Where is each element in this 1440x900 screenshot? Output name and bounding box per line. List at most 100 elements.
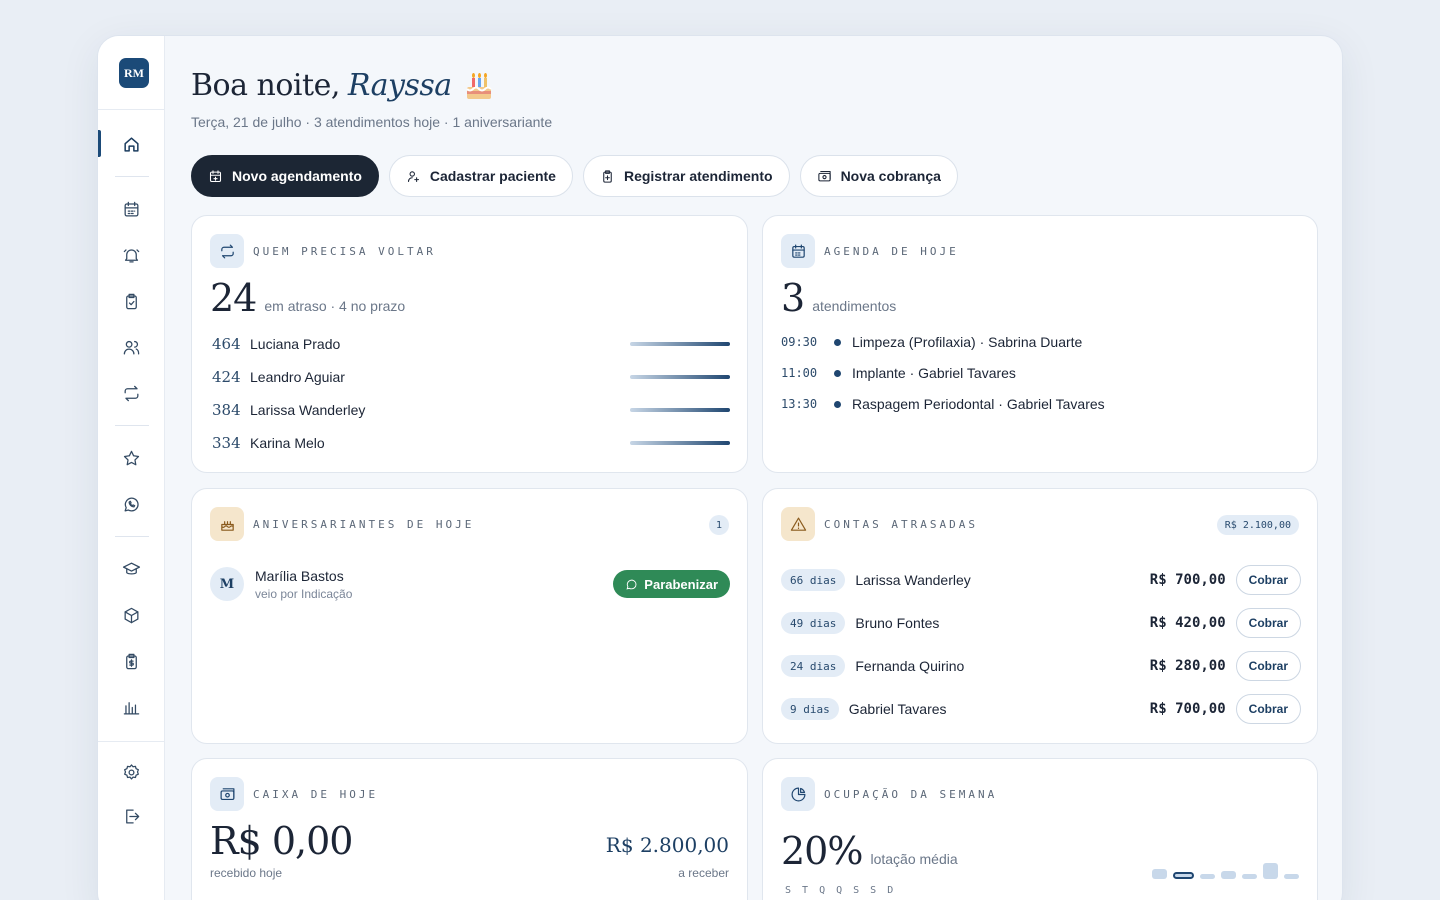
appointment-item[interactable]: 13:30 Raspagem Periodontal · Gabriel Tava… xyxy=(781,394,1105,414)
active-indicator xyxy=(98,130,101,157)
list-item[interactable]: 464 Luciana Prado xyxy=(212,334,730,354)
to-receive-value: R$ 2.800,00 xyxy=(605,833,729,857)
patient-name: Luciana Prado xyxy=(250,336,341,352)
today-schedule-card: AGENDA DE HOJE 3 atendimentos 09:30 Limpe… xyxy=(762,215,1318,473)
quick-actions: Novo agendamento Cadastrar paciente Regi… xyxy=(191,155,958,197)
overdue-bar xyxy=(630,375,730,379)
table-row: 49 dias Bruno Fontes R$ 420,00 Cobrar xyxy=(781,607,1301,639)
card-title: OCUPAÇÃO DA SEMANA xyxy=(824,787,998,801)
status-dot xyxy=(834,338,841,346)
charge-button[interactable]: Cobrar xyxy=(1235,565,1301,595)
patient-name: Leandro Aguiar xyxy=(250,369,345,385)
divider xyxy=(98,741,165,742)
congratulate-button[interactable]: Parabenizar xyxy=(613,570,730,598)
cash-today-card: CAIXA DE HOJE R$ 0,00 recebido hoje R$ 2… xyxy=(191,758,748,900)
days-overdue: 424 xyxy=(212,368,241,386)
overdue-total-badge: R$ 2.100,00 xyxy=(1216,515,1299,535)
appointment-item[interactable]: 09:30 Limpeza (Profilaxia) · Sabrina Duar… xyxy=(781,332,1082,352)
day-occupancy-bar xyxy=(1152,869,1167,879)
birthday-name: Marília Bastos xyxy=(255,567,344,584)
bar-chart-icon[interactable] xyxy=(118,694,144,720)
repeat-icon[interactable] xyxy=(118,380,144,406)
gear-icon[interactable] xyxy=(118,759,144,785)
register-appointment-button[interactable]: Registrar atendimento xyxy=(582,155,790,197)
box-icon[interactable] xyxy=(118,602,144,628)
clipboard-dollar-icon[interactable] xyxy=(118,648,144,674)
birthday-cake-icon xyxy=(465,72,492,99)
new-appointment-label: Novo agendamento xyxy=(232,168,362,184)
patient-name: Larissa Wanderley xyxy=(855,572,971,588)
week-bars xyxy=(1152,855,1299,879)
calendar-plus-icon xyxy=(209,169,222,182)
day-occupancy-bar xyxy=(1200,874,1215,879)
graduation-cap-icon[interactable] xyxy=(118,556,144,582)
charge-button[interactable]: Cobrar xyxy=(1235,651,1301,681)
home-icon[interactable] xyxy=(118,131,144,157)
divider xyxy=(115,425,149,426)
days-overdue: 334 xyxy=(212,434,241,452)
appointment-time: 09:30 xyxy=(781,335,818,349)
pie-chart-icon xyxy=(781,777,815,811)
divider xyxy=(115,536,149,537)
day-occupancy-bar xyxy=(1221,871,1236,879)
weekly-occupancy-card: OCUPAÇÃO DA SEMANA 20% lotação média STQ… xyxy=(762,758,1318,900)
avatar: M xyxy=(210,567,244,601)
user-name: Rayssa xyxy=(347,68,452,103)
day-occupancy-bar xyxy=(1173,872,1194,879)
star-icon[interactable] xyxy=(118,445,144,471)
table-row: 66 dias Larissa Wanderley R$ 700,00 Cobrar xyxy=(781,564,1301,596)
list-item[interactable]: 384 Larissa Wanderley xyxy=(212,400,730,420)
birthday-count-badge: 1 xyxy=(708,515,729,535)
appointment-item[interactable]: 11:00 Implante · Gabriel Tavares xyxy=(781,363,1016,383)
week-day-labels: STQQSSD xyxy=(785,885,893,896)
sidebar: RM xyxy=(98,36,165,900)
day-occupancy-bar xyxy=(1263,863,1278,879)
register-patient-label: Cadastrar paciente xyxy=(429,168,556,184)
patient-name: Fernanda Quirino xyxy=(855,658,965,674)
appointment-time: 11:00 xyxy=(781,366,818,380)
charge-button[interactable]: Cobrar xyxy=(1235,608,1301,638)
new-charge-label: Nova cobrança xyxy=(840,168,941,184)
cash-icon xyxy=(817,170,831,181)
list-item[interactable]: 334 Karina Melo xyxy=(212,433,730,453)
day-label: S xyxy=(870,885,877,896)
clipboard-check-icon[interactable] xyxy=(118,288,144,314)
received-today-value: R$ 0,00 xyxy=(210,819,353,863)
new-appointment-button[interactable]: Novo agendamento xyxy=(191,155,379,197)
received-today-caption: recebido hoje xyxy=(210,866,283,880)
users-icon[interactable] xyxy=(118,334,144,360)
bell-alarm-icon[interactable] xyxy=(118,242,144,268)
table-row: 9 dias Gabriel Tavares R$ 700,00 Cobrar xyxy=(781,693,1301,725)
overdue-accounts-card: CONTAS ATRASADAS R$ 2.100,00 66 dias Lari… xyxy=(762,488,1318,744)
logo[interactable]: RM xyxy=(119,58,149,88)
list-item[interactable]: 424 Leandro Aguiar xyxy=(212,367,730,387)
logout-icon[interactable] xyxy=(118,803,144,829)
appointment-text: Limpeza (Profilaxia) · Sabrina Duarte xyxy=(852,334,1083,350)
patient-name: Karina Melo xyxy=(250,435,325,451)
whatsapp-icon[interactable] xyxy=(118,491,144,517)
register-patient-button[interactable]: Cadastrar paciente xyxy=(388,155,573,197)
greeting-text: Boa noite, xyxy=(191,68,340,103)
app-window: RM Boa noite, Rayssa Terça, 21 de julho … xyxy=(97,35,1343,900)
patient-name: Larissa Wanderley xyxy=(250,402,366,418)
day-label: D xyxy=(887,885,894,896)
charge-button[interactable]: Cobrar xyxy=(1235,694,1301,724)
new-charge-button[interactable]: Nova cobrança xyxy=(799,155,958,197)
day-occupancy-bar xyxy=(1284,874,1299,879)
appointments-count: 3 xyxy=(781,276,805,320)
amount-due: R$ 700,00 xyxy=(1149,701,1226,717)
cash-icon xyxy=(210,777,244,811)
clipboard-plus-icon xyxy=(603,169,612,183)
birthday-source: veio por Indicação xyxy=(255,586,353,601)
divider xyxy=(115,176,149,177)
calendar-icon xyxy=(781,234,815,268)
overdue-caption: em atraso · 4 no prazo xyxy=(264,298,406,314)
card-title: CONTAS ATRASADAS xyxy=(824,517,978,531)
calendar-icon[interactable] xyxy=(118,196,144,222)
birthdays-card: ANIVERSARIANTES DE HOJE 1 M Marília Bast… xyxy=(191,488,748,744)
day-label: Q xyxy=(836,885,843,896)
occupancy-value: 20% xyxy=(781,829,863,873)
card-title: ANIVERSARIANTES DE HOJE xyxy=(253,517,475,531)
appointment-text: Implante · Gabriel Tavares xyxy=(852,365,1016,381)
day-label: S xyxy=(853,885,860,896)
